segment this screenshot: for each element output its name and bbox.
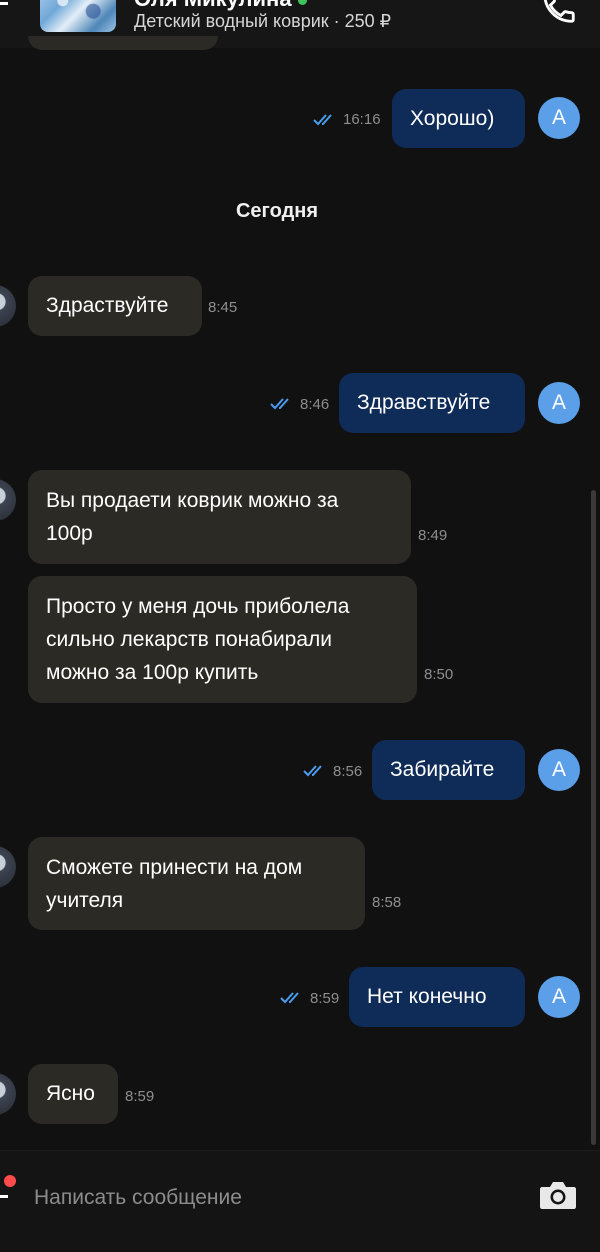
message-text: Забирайте — [390, 758, 495, 781]
double-check-icon — [303, 765, 322, 777]
message-bubble[interactable]: Сможете принести на дом учителя — [28, 837, 365, 930]
message-text: Хорошо) — [410, 107, 495, 130]
day-separator: Сегодня — [235, 200, 319, 222]
phone-icon[interactable] — [540, 0, 578, 26]
contact-name-label: Оля Микулина — [134, 0, 292, 11]
message-text: Просто у меня дочь приболела сильно лека… — [46, 595, 350, 684]
message-text: Здраствуйте — [46, 294, 169, 317]
message-bubble[interactable]: Нет конечно — [349, 967, 525, 1027]
message-time: 8:59 — [125, 1088, 155, 1105]
message-time: 8:58 — [372, 894, 402, 911]
message-bubble[interactable]: Хорошо) — [392, 89, 525, 148]
message-time: 8:49 — [418, 527, 448, 544]
avatar[interactable]: А — [538, 382, 580, 424]
message-time: 8:45 — [208, 299, 238, 316]
message-time: 8:46 — [300, 396, 330, 413]
contact-avatar[interactable] — [0, 846, 16, 888]
double-check-icon — [270, 398, 289, 410]
camera-icon[interactable] — [538, 1177, 578, 1213]
message-bubble[interactable]: Вы продаети коврик можно за 100р — [28, 470, 411, 564]
contact-avatar[interactable] — [0, 479, 16, 521]
message-text: Сможете принести на дом учителя — [46, 856, 303, 912]
avatar[interactable]: А — [538, 97, 580, 139]
message-bubble[interactable]: Забирайте — [372, 740, 525, 800]
scrollbar[interactable] — [591, 490, 596, 1145]
contact-avatar[interactable] — [0, 285, 16, 327]
message-bubble[interactable]: Просто у меня дочь приболела сильно лека… — [28, 576, 417, 703]
message-text: Здравствуйте — [357, 391, 491, 414]
message-time: 8:56 — [333, 763, 363, 780]
message-text: Ясно — [46, 1082, 95, 1105]
online-status-icon — [297, 0, 307, 5]
chat-screen: Оля Микулина Детский водный коврик · 250… — [0, 0, 600, 1252]
contact-avatar[interactable] — [0, 1073, 16, 1115]
previous-message-bubble — [28, 36, 218, 50]
double-check-icon — [313, 114, 332, 126]
avatar[interactable]: А — [538, 976, 580, 1018]
item-title[interactable]: Детский водный коврик · 250 ₽ — [134, 11, 391, 32]
message-input[interactable] — [32, 1179, 516, 1217]
back-icon[interactable] — [0, 2, 8, 5]
message-time: 8:59 — [310, 990, 340, 1007]
message-bubble[interactable]: Здраствуйте — [28, 276, 202, 336]
message-text: Нет конечно — [367, 985, 487, 1008]
message-composer — [0, 1150, 600, 1252]
message-bubble[interactable]: Ясно — [28, 1064, 118, 1124]
message-bubble[interactable]: Здравствуйте — [339, 373, 525, 433]
notification-dot — [4, 1175, 16, 1187]
attach-icon[interactable] — [0, 1195, 8, 1198]
message-time: 8:50 — [424, 666, 454, 683]
double-check-icon — [280, 992, 299, 1004]
avatar[interactable]: А — [538, 749, 580, 791]
message-time: 16:16 — [343, 111, 381, 128]
message-text: Вы продаети коврик можно за 100р — [46, 489, 339, 545]
item-thumbnail[interactable] — [40, 0, 116, 32]
